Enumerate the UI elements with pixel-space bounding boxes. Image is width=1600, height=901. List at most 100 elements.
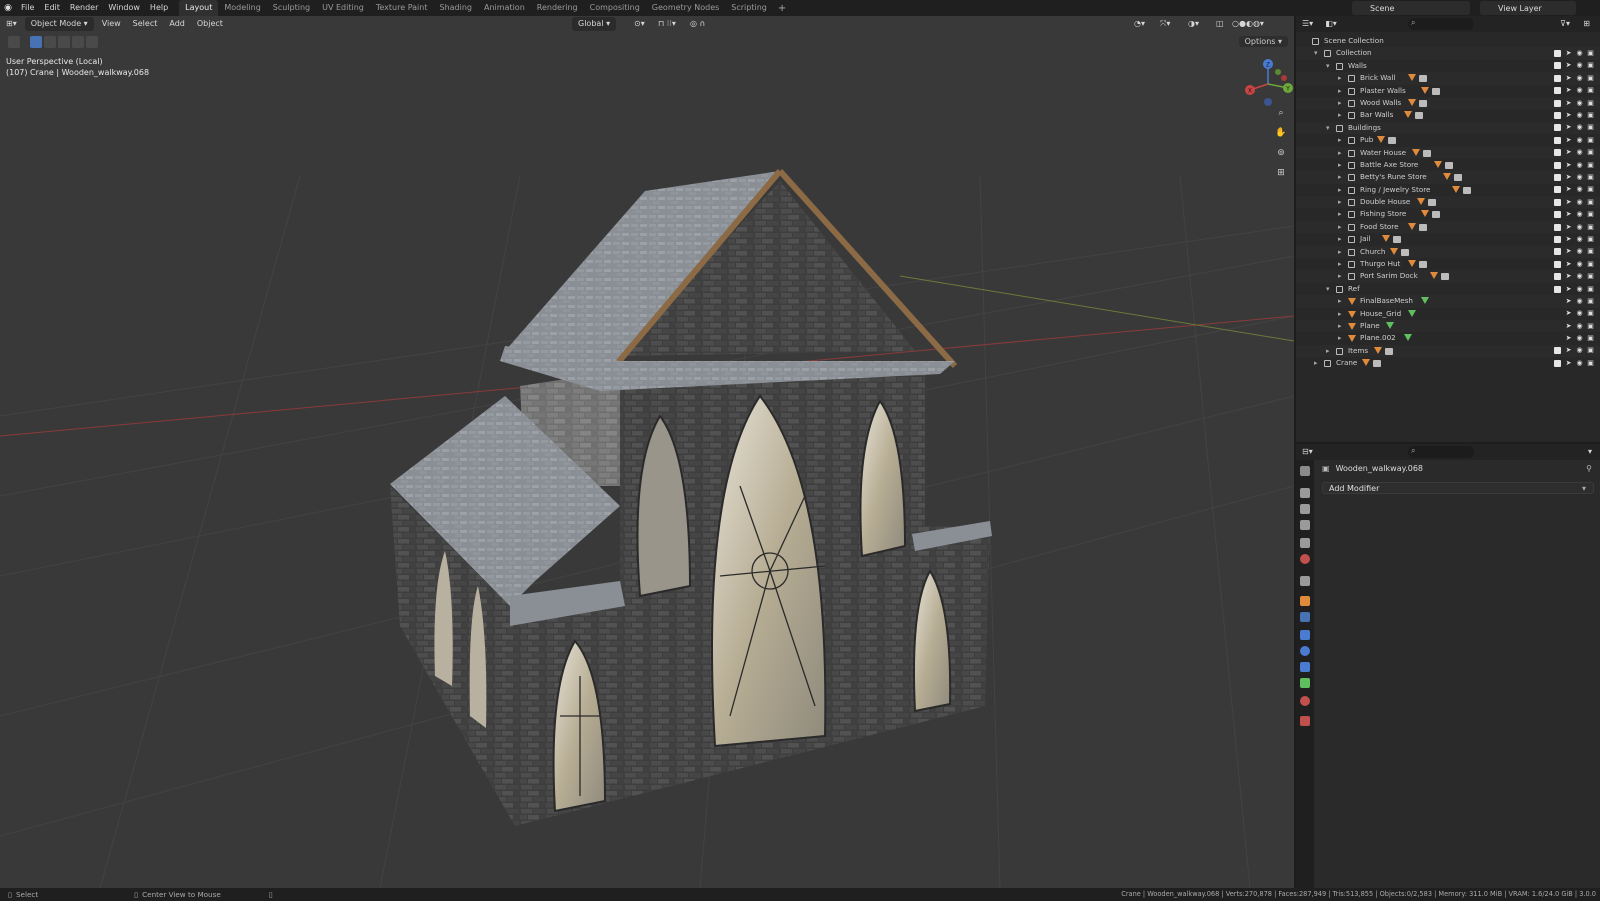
tab-shading[interactable]: Shading: [433, 0, 478, 16]
expand-closed-icon[interactable]: ▸: [1338, 233, 1342, 245]
child-objects-icon[interactable]: [1434, 160, 1443, 168]
overlays-icon[interactable]: ◑▾: [1182, 17, 1205, 31]
expand-closed-icon[interactable]: ▸: [1338, 134, 1342, 146]
exclude-checkbox[interactable]: [1554, 124, 1561, 132]
expand-open-icon[interactable]: ▾: [1326, 283, 1330, 295]
expand-closed-icon[interactable]: ▸: [1338, 72, 1342, 84]
display-mode-icon[interactable]: ◧▾: [1319, 17, 1343, 31]
outliner-item-name[interactable]: Food Store: [1360, 221, 1399, 233]
eye-icon[interactable]: ◉: [1576, 87, 1583, 94]
outliner-row[interactable]: ▸ House_Grid ➤ ◉ ▣: [1296, 308, 1600, 320]
camera-render-icon[interactable]: ▣: [1587, 124, 1594, 131]
child-collections-icon[interactable]: [1427, 199, 1436, 207]
expand-closed-icon[interactable]: ▸: [1338, 171, 1342, 183]
camera-render-icon[interactable]: ▣: [1587, 260, 1594, 268]
outliner-item-name[interactable]: Brick Wall: [1360, 72, 1395, 84]
outliner-row[interactable]: ▸ Plane.002 ➤ ◉ ▣: [1296, 332, 1600, 344]
add-workspace-button[interactable]: +: [773, 3, 791, 14]
properties-search-input[interactable]: ⌕: [1408, 446, 1474, 458]
exclude-checkbox[interactable]: [1554, 211, 1561, 219]
outliner-item-name[interactable]: Scene Collection: [1324, 35, 1384, 47]
object-tab-icon[interactable]: [1300, 596, 1310, 606]
outliner-row[interactable]: ▸ Thurgo Hut ➤ ◉ ▣: [1296, 258, 1600, 270]
tool-tab-icon[interactable]: [1300, 466, 1310, 476]
outliner-row[interactable]: ▾ Buildings ➤ ◉ ▣: [1296, 121, 1600, 135]
expand-closed-icon[interactable]: ▸: [1338, 270, 1342, 282]
eye-icon[interactable]: ◉: [1576, 211, 1583, 218]
child-objects-icon[interactable]: [1421, 86, 1430, 94]
outliner-item-name[interactable]: Plane.002: [1360, 332, 1396, 344]
select-arrow-icon[interactable]: ➤: [1565, 99, 1572, 107]
eye-icon[interactable]: ◉: [1576, 223, 1583, 231]
outliner-item-name[interactable]: Thurgo Hut: [1360, 258, 1400, 270]
select-arrow-icon[interactable]: ➤: [1565, 124, 1572, 131]
tab-compositing[interactable]: Compositing: [584, 0, 646, 16]
camera-render-icon[interactable]: ▣: [1587, 87, 1594, 94]
select-new-icon[interactable]: [30, 36, 42, 48]
eye-icon[interactable]: ◉: [1576, 273, 1583, 280]
camera-render-icon[interactable]: ▣: [1587, 347, 1594, 354]
camera-render-icon[interactable]: ▣: [1587, 136, 1594, 144]
exclude-checkbox[interactable]: [1554, 99, 1561, 107]
camera-render-icon[interactable]: ▣: [1587, 74, 1594, 82]
camera-render-icon[interactable]: ▣: [1587, 248, 1594, 255]
expand-closed-icon[interactable]: ▸: [1338, 320, 1342, 332]
outliner-item-name[interactable]: Buildings: [1348, 122, 1381, 134]
mode-dropdown[interactable]: Object Mode ▾: [24, 17, 94, 31]
tab-animation[interactable]: Animation: [478, 0, 531, 16]
modifier-tab-icon[interactable]: [1300, 612, 1310, 622]
eye-icon[interactable]: ◉: [1576, 62, 1583, 69]
eye-icon[interactable]: ◉: [1576, 186, 1583, 193]
expand-closed-icon[interactable]: ▸: [1326, 345, 1330, 357]
pan-hand-icon[interactable]: ✋: [1274, 126, 1288, 140]
camera-render-icon[interactable]: ▣: [1587, 297, 1594, 305]
texture-tab-icon[interactable]: [1300, 716, 1310, 726]
mesh-data-icon[interactable]: [1421, 297, 1430, 305]
mesh-data-icon[interactable]: [1403, 334, 1412, 342]
exclude-checkbox[interactable]: [1554, 74, 1561, 82]
child-collections-icon[interactable]: [1373, 360, 1381, 368]
child-collections-icon[interactable]: [1423, 149, 1432, 157]
exclude-checkbox[interactable]: [1554, 62, 1561, 70]
select-subtract-icon[interactable]: [58, 36, 70, 48]
exclude-checkbox[interactable]: [1554, 285, 1561, 293]
outliner-row[interactable]: ▸ Jail ➤ ◉ ▣: [1296, 233, 1600, 245]
physics-tab-icon[interactable]: [1300, 646, 1310, 656]
camera-render-icon[interactable]: ▣: [1587, 50, 1594, 57]
world-tab-icon[interactable]: [1300, 554, 1310, 564]
viewport-menu-object[interactable]: Object: [191, 17, 229, 31]
select-arrow-icon[interactable]: ➤: [1565, 273, 1572, 280]
transform-orientation-dropdown[interactable]: Global ▾: [572, 17, 617, 31]
child-objects-icon[interactable]: [1377, 136, 1386, 144]
child-collections-icon[interactable]: [1432, 211, 1441, 219]
camera-render-icon[interactable]: ▣: [1587, 149, 1594, 156]
eye-icon[interactable]: ◉: [1576, 161, 1583, 169]
outliner-item-name[interactable]: Water House: [1360, 147, 1406, 159]
ortho-grid-icon[interactable]: ⊞: [1274, 166, 1288, 180]
new-collection-icon[interactable]: ⊞: [1577, 17, 1596, 31]
select-extend-icon[interactable]: [44, 36, 56, 48]
outliner-item-name[interactable]: Bar Walls: [1360, 109, 1393, 121]
pivot-icon[interactable]: ⊙▾: [628, 17, 651, 31]
add-modifier-dropdown[interactable]: Add Modifier ▾: [1322, 482, 1594, 494]
tab-modeling[interactable]: Modeling: [218, 0, 266, 16]
expand-closed-icon[interactable]: ▸: [1338, 221, 1342, 233]
outliner-row[interactable]: ▸ Church ➤ ◉ ▣: [1296, 245, 1600, 259]
outliner-row[interactable]: ▸ Water House ➤ ◉ ▣: [1296, 146, 1600, 159]
eye-icon[interactable]: ◉: [1576, 112, 1583, 119]
render-tab-icon[interactable]: [1300, 488, 1310, 498]
select-arrow-icon[interactable]: ➤: [1565, 62, 1572, 69]
child-collections-icon[interactable]: [1385, 347, 1393, 355]
select-arrow-icon[interactable]: ➤: [1565, 310, 1572, 317]
child-collections-icon[interactable]: [1414, 112, 1423, 120]
eye-icon[interactable]: ◉: [1576, 136, 1583, 144]
view-layer-selector[interactable]: View Layer: [1480, 1, 1576, 15]
outliner-editor-type-icon[interactable]: ☰▾: [1296, 17, 1319, 31]
child-objects-icon[interactable]: [1416, 198, 1425, 206]
outliner-item-name[interactable]: Church: [1360, 246, 1385, 258]
menu-render[interactable]: Render: [65, 0, 103, 16]
blender-logo-icon[interactable]: ◉: [0, 0, 16, 16]
neg-z-handle[interactable]: [1264, 98, 1272, 106]
child-objects-icon[interactable]: [1408, 222, 1416, 230]
viewport-menu-view[interactable]: View: [96, 17, 127, 31]
